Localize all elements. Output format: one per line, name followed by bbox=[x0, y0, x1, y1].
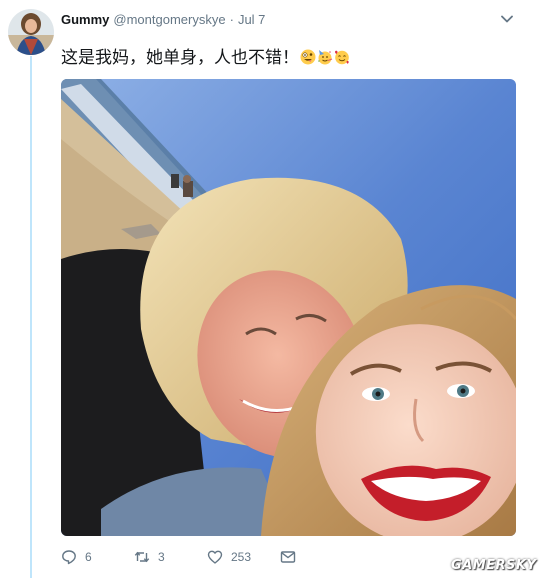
partying-face-emoji-icon bbox=[318, 50, 333, 65]
reply-icon bbox=[62, 550, 76, 565]
tweet-actions: 6 3 253 bbox=[61, 549, 321, 569]
reply-button[interactable]: 6 bbox=[61, 549, 92, 565]
tweet-date[interactable]: Jul 7 bbox=[238, 12, 265, 27]
like-button[interactable]: 253 bbox=[207, 549, 251, 565]
thread-line bbox=[30, 56, 32, 578]
direct-message-button[interactable] bbox=[280, 549, 296, 565]
retweet-count: 3 bbox=[158, 550, 165, 564]
retweet-icon bbox=[134, 551, 150, 563]
avatar[interactable] bbox=[8, 9, 54, 55]
tweet-header: Gummy @montgomeryskye · Jul 7 bbox=[61, 10, 530, 28]
tweet-text: 这是我妈，她单身，人也不错！ bbox=[61, 47, 350, 69]
author-handle[interactable]: @montgomeryskye bbox=[113, 12, 225, 27]
selfie-photo-image bbox=[61, 79, 516, 536]
avatar-image bbox=[8, 9, 54, 55]
separator-dot: · bbox=[229, 11, 234, 27]
chevron-down-icon[interactable] bbox=[499, 11, 515, 27]
tweet-text-body: 这是我妈，她单身，人也不错！ bbox=[61, 48, 299, 68]
heart-icon bbox=[207, 550, 223, 564]
retweet-button[interactable]: 3 bbox=[134, 549, 165, 565]
like-count: 253 bbox=[231, 550, 252, 564]
reply-count: 6 bbox=[85, 550, 92, 564]
envelope-icon bbox=[280, 551, 296, 563]
watermark: GAMERSKY bbox=[451, 558, 537, 573]
zany-face-emoji-icon bbox=[300, 49, 316, 65]
author-name[interactable]: Gummy bbox=[61, 12, 109, 27]
smiling-face-with-hearts-emoji-icon bbox=[335, 50, 349, 65]
tweet-photo[interactable] bbox=[61, 79, 516, 536]
